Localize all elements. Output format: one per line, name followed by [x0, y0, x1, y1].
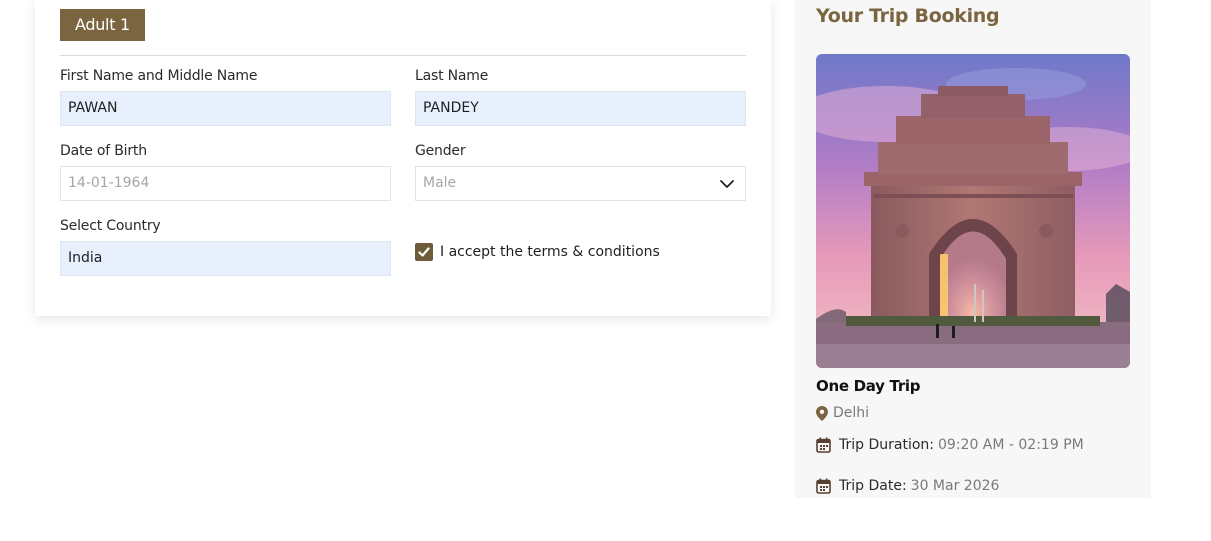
dob-input[interactable]: 14-01-1964	[60, 166, 391, 201]
adult-1-badge: Adult 1	[60, 9, 145, 41]
map-pin-icon	[816, 405, 828, 421]
gender-select[interactable]: Male	[415, 166, 746, 201]
chevron-down-icon	[720, 180, 734, 188]
terms-checkbox[interactable]	[415, 243, 433, 261]
last-name-input[interactable]: PANDEY	[415, 91, 746, 126]
trip-duration-row: Trip Duration: 09:20 AM - 02:19 PM	[816, 437, 1084, 453]
checkmark-icon	[418, 247, 430, 257]
location-text: Delhi	[833, 405, 870, 421]
trip-location: Delhi	[816, 405, 869, 421]
calendar-icon	[816, 478, 831, 494]
trip-image	[816, 54, 1130, 368]
trip-duration-value: 09:20 AM - 02:19 PM	[938, 437, 1084, 453]
trip-date-value: 30 Mar 2026	[910, 478, 1000, 494]
first-name-label: First Name and Middle Name	[60, 68, 258, 84]
trip-booking-sidebar: Your Trip Booking One Day Trip Delhi Tri…	[795, 0, 1151, 498]
trip-date-key: Trip Date:	[839, 478, 907, 494]
terms-row: I accept the terms & conditions	[415, 242, 660, 262]
traveller-form-card: Adult 1 First Name and Middle Name PAWAN…	[35, 0, 771, 316]
country-label: Select Country	[60, 218, 161, 234]
gender-selected-value: Male	[423, 175, 457, 191]
trip-duration-key: Trip Duration:	[839, 437, 934, 453]
gender-label: Gender	[415, 143, 466, 159]
last-name-label: Last Name	[415, 68, 489, 84]
dob-label: Date of Birth	[60, 143, 147, 159]
divider	[60, 55, 746, 56]
trip-date-row: Trip Date: 30 Mar 2026	[816, 478, 999, 494]
country-input[interactable]: India	[60, 241, 391, 276]
trip-name: One Day Trip	[816, 377, 921, 395]
terms-label: I accept the terms & conditions	[440, 244, 660, 260]
calendar-icon	[816, 437, 831, 453]
sidebar-title: Your Trip Booking	[816, 5, 1000, 27]
first-name-input[interactable]: PAWAN	[60, 91, 391, 126]
